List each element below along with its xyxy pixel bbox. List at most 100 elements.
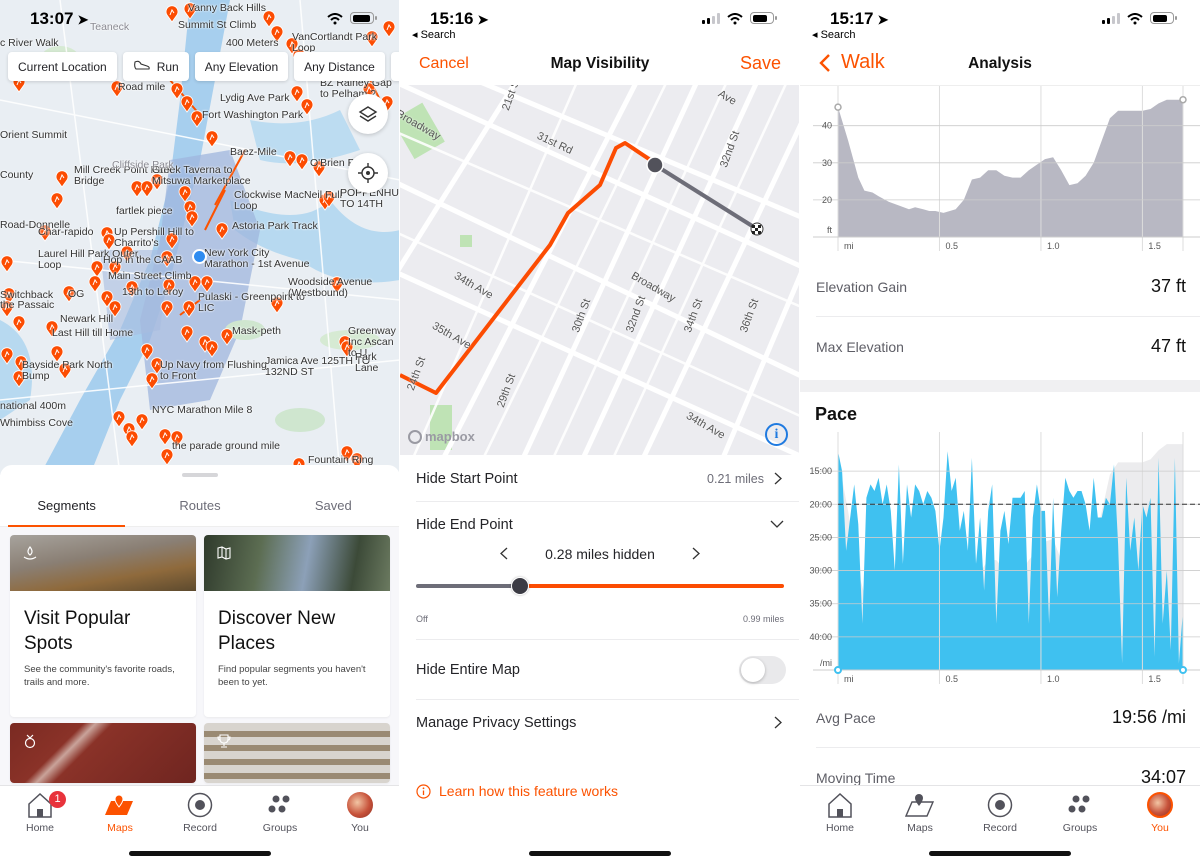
tabbar-maps[interactable]: Maps xyxy=(80,790,160,834)
segment-label[interactable]: Astoria Park Track xyxy=(232,220,318,232)
chevron-down-icon[interactable] xyxy=(770,520,784,528)
avatar xyxy=(347,792,373,818)
segment-pin-icon[interactable] xyxy=(295,153,309,171)
current-location-button[interactable] xyxy=(348,153,388,193)
status-time: 15:17 ➤ xyxy=(830,9,889,28)
chevron-right-icon xyxy=(774,472,782,485)
segment-pin-icon[interactable] xyxy=(50,192,64,210)
tabbar-home[interactable]: Home 1 xyxy=(0,790,80,834)
segment-label[interactable]: OG xyxy=(68,288,84,300)
segment-pin-icon[interactable] xyxy=(12,315,26,333)
segment-label[interactable]: Whimbiss Cove xyxy=(0,417,73,429)
nav-bar: Walk Analysis xyxy=(800,44,1200,86)
tabbar-you[interactable]: You xyxy=(320,790,400,834)
segment-pin-icon[interactable] xyxy=(0,347,14,365)
segment-label[interactable]: national 400m xyxy=(0,400,66,412)
status-time: 15:16 ➤ xyxy=(430,9,489,28)
segment-pin-icon[interactable] xyxy=(205,340,219,358)
segment-label[interactable]: Up Pershill Hill to Charrito's xyxy=(114,226,224,249)
card-discover-new-places[interactable]: Discover New Places Find popular segment… xyxy=(204,535,390,717)
segment-label[interactable]: fartlek piece xyxy=(116,205,173,217)
row-label: Hide Start Point xyxy=(416,471,518,487)
filter-chip[interactable]: Any Distance xyxy=(294,52,385,81)
segment-label[interactable]: Bayside Park North Bump xyxy=(22,359,132,382)
segment-label[interactable]: NYC Marathon Mile 8 xyxy=(152,404,252,416)
increase-chevron-icon[interactable] xyxy=(692,547,700,560)
segment-label[interactable]: Mask-peth xyxy=(232,325,281,337)
pace-chart[interactable]: mi 0.5 1.0 1.5 15:00 20:00 25:00 30:00 35:00 40:0… xyxy=(800,432,1200,692)
y-tick-label: 15:00 xyxy=(809,466,832,476)
segment-pin-icon[interactable] xyxy=(205,130,219,148)
segment-label[interactable]: Last Hill till Home xyxy=(52,327,133,339)
segment-label[interactable]: Fort Washington Park xyxy=(202,109,303,121)
segment-label[interactable]: Road mile xyxy=(118,81,165,93)
hide-start-value: 0.21 miles xyxy=(707,472,764,486)
filter-chip[interactable]: Any Elevation xyxy=(194,52,289,81)
segment-label[interactable]: Main Street Climb xyxy=(108,270,191,282)
filter-chip[interactable]: Run xyxy=(122,52,189,81)
tabbar-groups[interactable]: Groups xyxy=(1040,790,1120,834)
hide-start-point-row[interactable]: Hide Start Point 0.21 miles xyxy=(416,456,800,502)
card-image xyxy=(10,723,196,783)
segment-label[interactable]: Clockwise MacNeil Full Loop xyxy=(234,189,344,212)
slider-track-active xyxy=(528,584,784,588)
status-time: 13:07 ➤ xyxy=(30,9,89,28)
segment-label[interactable]: Woodside Avenue (Westbound) xyxy=(288,276,398,299)
manage-privacy-settings-row[interactable]: Manage Privacy Settings xyxy=(416,700,800,748)
card-description: Find popular segments you haven't been t… xyxy=(218,664,366,689)
tabbar-home[interactable]: Home xyxy=(800,790,880,834)
segment-pin-icon[interactable] xyxy=(125,430,139,448)
back-to-search[interactable]: ◂ Search xyxy=(412,28,455,41)
tabbar-groups[interactable]: Groups xyxy=(240,790,320,834)
segment-label[interactable]: Lydig Ave Park xyxy=(220,92,289,104)
elevation-chart[interactable]: mi 0.5 1.0 1.5 20 30 40 ft xyxy=(800,86,1200,256)
info-icon[interactable]: i xyxy=(765,423,788,446)
place-label: County xyxy=(0,169,34,181)
segment-label[interactable]: Newark Hill xyxy=(60,313,113,325)
segment-pin-icon[interactable] xyxy=(180,325,194,343)
filter-chip[interactable]: Current Location xyxy=(8,52,117,81)
segment-label[interactable]: 13th to Leroy xyxy=(122,286,183,298)
segment-pin-icon[interactable] xyxy=(135,413,149,431)
tab-routes[interactable]: Routes xyxy=(133,491,266,526)
tab-saved[interactable]: Saved xyxy=(267,491,400,526)
activity-map[interactable]: Broadway 21st St 31st Rd 32nd St 34th Ave 35t… xyxy=(400,85,800,455)
learn-feature-link[interactable]: Learn how this feature works xyxy=(416,783,618,799)
segment-pin-icon[interactable] xyxy=(160,300,174,318)
segment-label[interactable]: Park Lane xyxy=(355,351,400,374)
mapbox-attribution[interactable]: mapbox xyxy=(408,429,475,444)
trophy-icon xyxy=(217,734,231,748)
segment-pin-icon[interactable] xyxy=(182,300,196,318)
segment-label[interactable]: the Passaic xyxy=(0,299,54,311)
y-unit-label: ft xyxy=(827,225,833,235)
home-indicator xyxy=(929,851,1071,856)
card-stairs[interactable] xyxy=(204,723,390,783)
segment-label[interactable]: Char-rapido xyxy=(38,226,93,238)
segment-pin-icon[interactable] xyxy=(55,170,69,188)
hide-entire-map-toggle[interactable] xyxy=(739,656,786,684)
map-icon xyxy=(217,546,231,560)
back-to-search[interactable]: ◂ Search xyxy=(812,28,855,41)
segment-label[interactable]: the parade ground mile xyxy=(172,440,280,452)
save-button[interactable]: Save xyxy=(740,53,781,74)
tabbar-label: Groups xyxy=(1062,822,1098,834)
tabbar-you[interactable]: You xyxy=(1120,790,1200,834)
segment-pin-icon[interactable] xyxy=(145,372,159,390)
hide-end-slider[interactable] xyxy=(416,577,784,595)
segment-label[interactable]: Hop in the CAAB xyxy=(103,254,182,266)
tab-segments[interactable]: Segments xyxy=(0,491,133,527)
slider-thumb[interactable] xyxy=(511,577,530,595)
map-layers-button[interactable] xyxy=(348,94,388,134)
card-visit-popular-spots[interactable]: Visit Popular Spots See the community's … xyxy=(10,535,196,717)
sheet-grabber[interactable] xyxy=(182,473,218,477)
tabbar-record[interactable]: Record xyxy=(960,790,1040,834)
card-title: Discover New Places xyxy=(218,608,336,654)
tabbar-maps[interactable]: Maps xyxy=(880,790,960,834)
segment-label[interactable]: New York City Marathon - 1st Avenue xyxy=(204,247,314,270)
segment-label[interactable]: Baez-Mile xyxy=(230,146,277,158)
street-map xyxy=(400,85,800,455)
segment-label[interactable]: Up Navy from Flushing to Front xyxy=(160,359,270,382)
tabbar-record[interactable]: Record xyxy=(160,790,240,834)
segment-pin-icon[interactable] xyxy=(0,255,14,273)
card-track[interactable] xyxy=(10,723,196,783)
